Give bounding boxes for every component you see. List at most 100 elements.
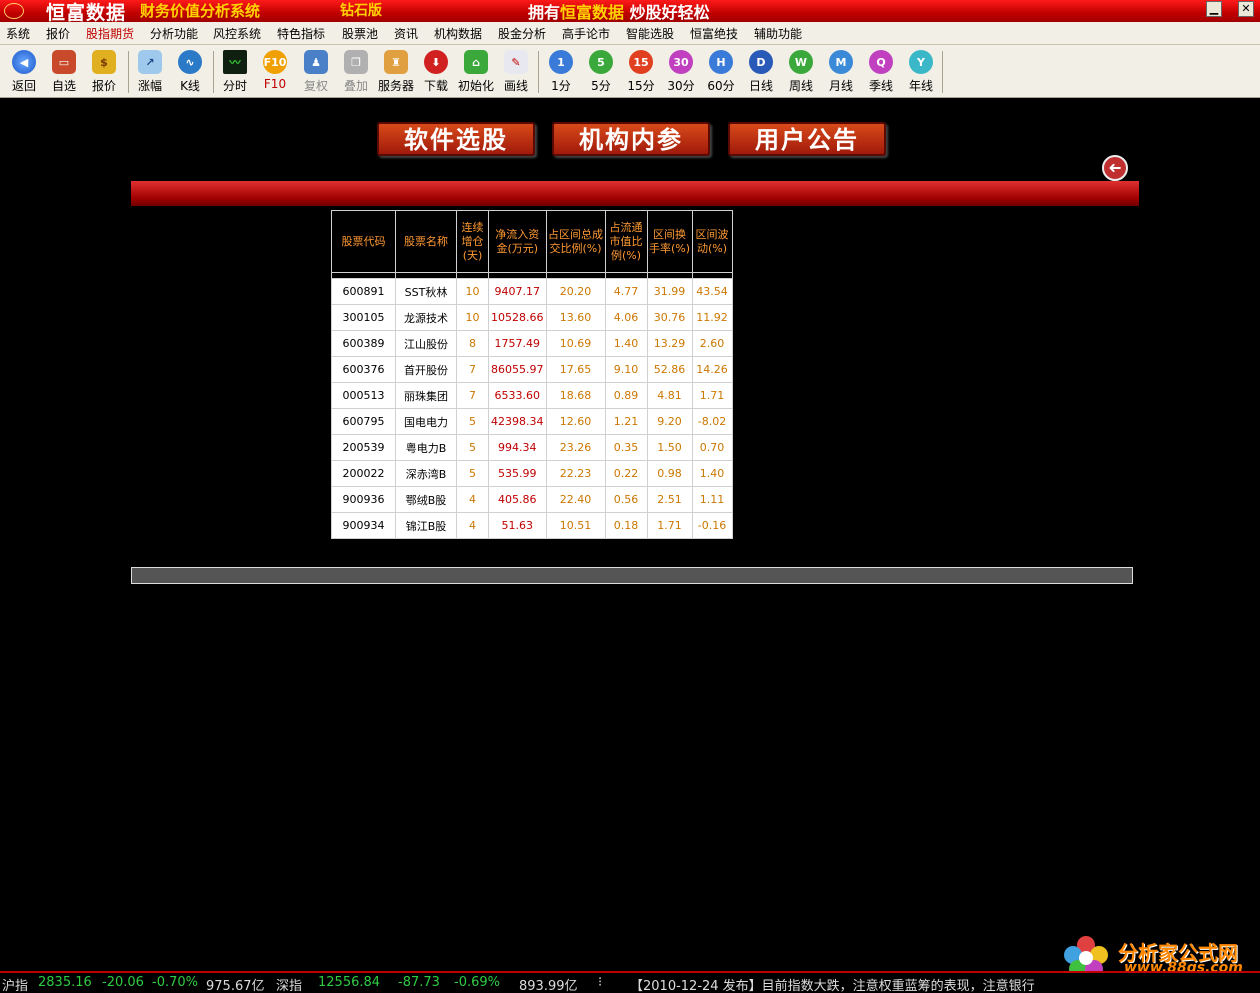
sh-label: 沪指 [2,979,29,993]
table-row[interactable]: 900934 锦江B股 4 51.63 10.51 0.18 1.71 -0.16 [331,512,733,539]
cell-days: 4 [456,512,489,539]
menu-smart-pick[interactable]: 智能选股 [626,25,674,42]
table-row[interactable]: 200539 粤电力B 5 994.34 23.26 0.35 1.50 0.70 [331,434,733,461]
col-volatility[interactable]: 区间波动(%) [691,210,733,273]
favorites-button[interactable]: ▭ 自选 [44,48,84,94]
user-announcement-button[interactable]: 用户公告 [728,122,886,156]
menu-expert-talk[interactable]: 高手论市 [562,25,610,42]
sz-percent: -0.69% [454,975,500,990]
menu-index-futures[interactable]: 股指期货 [86,25,134,42]
period-15min-button[interactable]: 15 15分 [621,48,661,94]
table-row[interactable]: 300105 龙源技术 10 10528.66 13.60 4.06 30.76 11.92 [331,304,733,331]
news-ticker[interactable]: 【2010-12-24 发布】目前指数大跌，注意权重蓝筹的表现，注意银行 [630,975,1035,993]
period-year-icon: Y [909,50,933,74]
cell-turnover-rate: 2.51 [646,486,693,513]
toolbar-separator [538,51,539,93]
download-button[interactable]: ⬇ 下载 [416,48,456,94]
quote-button[interactable]: $ 报价 [84,48,124,94]
cell-turnover-share: 17.65 [545,356,606,383]
menu-indicators[interactable]: 特色指标 [277,25,325,42]
col-code[interactable]: 股票代码 [331,210,396,273]
cell-code: 200539 [331,434,396,461]
server-button[interactable]: ♜ 服务器 [376,48,416,94]
period-60min-button[interactable]: H 60分 [701,48,741,94]
initialize-button[interactable]: ⌂ 初始化 [456,48,496,94]
overlay-button[interactable]: ❐ 叠加 [336,48,376,94]
period-week-button[interactable]: W 周线 [781,48,821,94]
period-1min-button[interactable]: 1 1分 [541,48,581,94]
menu-analysis[interactable]: 分析功能 [150,25,198,42]
col-net-inflow[interactable]: 净流入资金(万元) [488,210,547,273]
software-stock-pick-button[interactable]: 软件选股 [377,122,535,156]
cell-code: 000513 [331,382,396,409]
menu-fund-analysis[interactable]: 股金分析 [498,25,546,42]
col-turnover-share[interactable]: 占区间总成交比例(%) [545,210,606,273]
back-button[interactable]: ◀ 返回 [4,48,44,94]
col-turnover-rate[interactable]: 区间换手率(%) [646,210,693,273]
cell-turnover-share: 20.20 [545,278,606,305]
table-row[interactable]: 600795 国电电力 5 42398.34 12.60 1.21 9.20 -8.02 [331,408,733,435]
kline-button[interactable]: ∿ K线 [170,48,210,94]
menu-stock-pool[interactable]: 股票池 [342,25,378,42]
minimize-button[interactable]: ▁ [1206,1,1222,17]
home-icon: ⌂ [464,50,488,74]
table-row[interactable]: 900936 鄂绒B股 4 405.86 22.40 0.56 2.51 1.11 [331,486,733,513]
cell-volatility: 11.92 [691,304,733,331]
col-float-share[interactable]: 占流通市值比例(%) [604,210,648,273]
cell-turnover-rate: 1.71 [646,512,693,539]
period-5min-button[interactable]: 5 5分 [581,48,621,94]
period-30min-button[interactable]: 30 30分 [661,48,701,94]
col-days[interactable]: 连续增仓(天) [456,210,489,273]
cell-days: 8 [456,330,489,357]
table-row[interactable]: 600376 首开股份 7 86055.97 17.65 9.10 52.86 14.26 [331,356,733,383]
col-name[interactable]: 股票名称 [395,210,457,273]
cell-net-inflow: 51.63 [488,512,547,539]
cell-volatility: 2.60 [691,330,733,357]
rise-button[interactable]: ↗ 涨幅 [130,48,170,94]
cell-volatility: 1.11 [691,486,733,513]
menu-unique-skills[interactable]: 恒富绝技 [690,25,738,42]
sz-index: 12556.84 [318,975,381,990]
rise-chart-icon: ↗ [138,50,162,74]
cell-turnover-rate: 31.99 [646,278,693,305]
server-icon: ♜ [384,50,408,74]
close-button[interactable]: ✕ [1238,1,1254,17]
status-separator: ⁝ [598,975,603,990]
cell-volatility: 0.70 [691,434,733,461]
cell-code: 900936 [331,486,396,513]
toolbar-separator [128,51,129,93]
menu-institution-data[interactable]: 机构数据 [434,25,482,42]
kline-icon: ∿ [178,50,202,74]
period-season-button[interactable]: Q 季线 [861,48,901,94]
table-row[interactable]: 200022 深赤湾B 5 535.99 22.23 0.22 0.98 1.40 [331,460,733,487]
period-week-icon: W [789,50,813,74]
institution-insider-button[interactable]: 机构内参 [552,122,710,156]
period-year-button[interactable]: Y 年线 [901,48,941,94]
menu-risk-control[interactable]: 风控系统 [213,25,261,42]
sz-change: -87.73 [398,975,440,990]
cell-turnover-rate: 1.50 [646,434,693,461]
cell-code: 600389 [331,330,396,357]
period-month-button[interactable]: M 月线 [821,48,861,94]
cell-name: 首开股份 [395,356,457,383]
menu-news[interactable]: 资讯 [394,25,418,42]
draw-line-button[interactable]: ✎ 画线 [496,48,536,94]
return-arrow-icon[interactable]: ➜ [1102,155,1128,181]
period-30-icon: 30 [669,50,693,74]
table-header-row: 股票代码 股票名称 连续增仓(天) 净流入资金(万元) 占区间总成交比例(%) … [331,210,733,273]
restore-rights-button[interactable]: ♟ 复权 [296,48,336,94]
scroll-bar[interactable] [131,567,1133,584]
f10-button[interactable]: F10 F10 [255,48,295,91]
cell-code: 300105 [331,304,396,331]
table-row[interactable]: 600389 江山股份 8 1757.49 10.69 1.40 13.29 2.60 [331,330,733,357]
menu-system[interactable]: 系统 [6,25,30,42]
cell-turnover-share: 18.68 [545,382,606,409]
table-row[interactable]: 600891 SST秋林 10 9407.17 20.20 4.77 31.99 43.54 [331,278,733,305]
cell-turnover-share: 10.69 [545,330,606,357]
menu-auxiliary[interactable]: 辅助功能 [754,25,802,42]
cell-days: 5 [456,460,489,487]
menu-quote[interactable]: 报价 [46,25,70,42]
table-row[interactable]: 000513 丽珠集团 7 6533.60 18.68 0.89 4.81 1.71 [331,382,733,409]
intraday-button[interactable]: 〰分时 [215,48,255,94]
period-day-button[interactable]: D 日线 [741,48,781,94]
